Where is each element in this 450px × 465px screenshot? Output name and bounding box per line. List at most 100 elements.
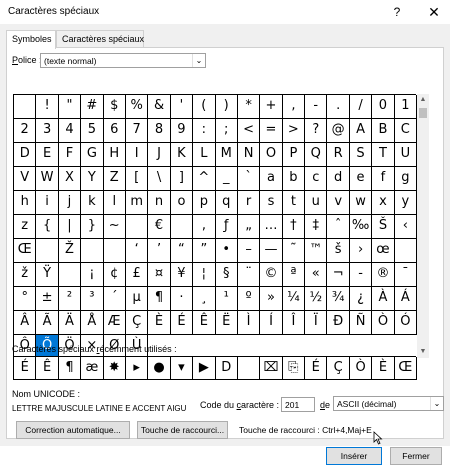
- symbol-cell[interactable]: N: [237, 143, 261, 167]
- scroll-down-icon[interactable]: ▼: [417, 346, 429, 358]
- symbol-cell[interactable]: Ò: [372, 311, 395, 335]
- symbol-cell[interactable]: ¬: [327, 263, 350, 287]
- symbol-cell[interactable]: W: [36, 167, 59, 191]
- symbol-cell[interactable]: U: [394, 143, 418, 167]
- symbol-cell[interactable]: (: [193, 95, 216, 119]
- symbol-cell[interactable]: $: [103, 95, 126, 119]
- symbol-cell[interactable]: -: [305, 95, 328, 119]
- symbol-cell[interactable]: <: [237, 119, 261, 143]
- symbol-cell[interactable]: f: [372, 167, 395, 191]
- symbol-cell[interactable]: ?: [305, 119, 328, 143]
- symbol-cell[interactable]: ±: [36, 287, 59, 311]
- symbol-cell[interactable]: ¦: [193, 263, 216, 287]
- symbol-cell[interactable]: Y: [81, 167, 104, 191]
- symbol-cell[interactable]: ~: [103, 215, 126, 239]
- symbol-cell[interactable]: [103, 239, 126, 263]
- symbol-cell[interactable]: [394, 239, 418, 263]
- symbol-cell[interactable]: ·: [170, 287, 194, 311]
- symbol-cell[interactable]: F: [58, 143, 82, 167]
- symbol-cell[interactable]: [81, 239, 104, 263]
- symbol-cell[interactable]: ®: [372, 263, 395, 287]
- scroll-thumb[interactable]: [419, 108, 427, 118]
- symbol-cell[interactable]: Ë: [215, 311, 238, 335]
- symbol-cell[interactable]: ¿: [349, 287, 373, 311]
- symbol-cell[interactable]: £: [125, 263, 149, 287]
- symbol-cell[interactable]: [: [125, 167, 149, 191]
- symbol-cell[interactable]: *: [237, 95, 261, 119]
- symbol-cell[interactable]: š: [327, 239, 350, 263]
- symbol-cell[interactable]: =: [260, 119, 283, 143]
- recent-symbol-cell[interactable]: ⌧: [260, 357, 283, 380]
- symbol-cell[interactable]: ¡: [81, 263, 104, 287]
- symbol-cell[interactable]: |: [58, 215, 82, 239]
- symbol-cell[interactable]: h: [14, 191, 37, 215]
- character-code-input[interactable]: 201: [281, 397, 315, 412]
- symbol-cell[interactable]: ´: [103, 287, 126, 311]
- tab-symbols[interactable]: Symboles: [6, 30, 56, 49]
- recent-symbol-cell[interactable]: D: [215, 357, 238, 380]
- recent-symbol-cell[interactable]: Ç: [327, 357, 350, 380]
- symbol-cell[interactable]: Ê: [193, 311, 216, 335]
- symbol-cell[interactable]: Ž: [58, 239, 82, 263]
- symbol-cell[interactable]: Ÿ: [36, 263, 59, 287]
- symbol-cell[interactable]: -: [349, 263, 373, 287]
- symbol-cell[interactable]: .: [327, 95, 350, 119]
- symbol-cell[interactable]: `: [237, 167, 261, 191]
- symbol-cell[interactable]: É: [170, 311, 194, 335]
- symbol-cell[interactable]: ¢: [103, 263, 126, 287]
- symbol-cell[interactable]: 3: [36, 119, 59, 143]
- symbol-cell[interactable]: Ó: [394, 311, 418, 335]
- symbol-cell[interactable]: [170, 215, 194, 239]
- symbol-cell[interactable]: ˜: [282, 239, 306, 263]
- symbol-grid-scrollbar[interactable]: ▲ ▼: [417, 94, 429, 358]
- recent-symbol-cell[interactable]: æ: [81, 357, 104, 380]
- symbol-cell[interactable]: 4: [58, 119, 82, 143]
- symbol-cell[interactable]: ©: [260, 263, 283, 287]
- symbol-cell[interactable]: Š: [372, 215, 395, 239]
- scroll-up-icon[interactable]: ▲: [417, 94, 429, 106]
- symbol-cell[interactable]: >: [282, 119, 306, 143]
- symbol-cell[interactable]: /: [349, 95, 373, 119]
- symbol-cell[interactable]: Ñ: [349, 311, 373, 335]
- symbol-cell[interactable]: %: [125, 95, 149, 119]
- symbol-cell[interactable]: t: [282, 191, 306, 215]
- symbol-cell[interactable]: ‘: [125, 239, 149, 263]
- tab-special-characters[interactable]: Caractères spéciaux: [56, 30, 144, 48]
- symbol-cell[interactable]: d: [327, 167, 350, 191]
- symbol-cell[interactable]: q: [215, 191, 238, 215]
- symbol-cell[interactable]: :: [193, 119, 216, 143]
- symbol-cell[interactable]: ’: [148, 239, 171, 263]
- symbol-cell[interactable]: g: [394, 167, 418, 191]
- symbol-cell[interactable]: [14, 95, 37, 119]
- close-button[interactable]: Fermer: [390, 447, 442, 465]
- symbol-cell[interactable]: ,: [282, 95, 306, 119]
- symbol-cell[interactable]: [125, 215, 149, 239]
- recent-symbol-cell[interactable]: Ê: [36, 357, 59, 380]
- symbol-cell[interactable]: «: [305, 263, 328, 287]
- symbol-cell[interactable]: y: [394, 191, 418, 215]
- symbol-cell[interactable]: †: [282, 215, 306, 239]
- symbol-cell[interactable]: !: [36, 95, 59, 119]
- symbol-cell[interactable]: r: [237, 191, 261, 215]
- symbol-cell[interactable]: œ: [372, 239, 395, 263]
- symbol-cell[interactable]: ‹: [394, 215, 418, 239]
- symbol-cell[interactable]: €: [148, 215, 171, 239]
- symbol-cell[interactable]: ]: [170, 167, 194, 191]
- symbol-cell[interactable]: E: [36, 143, 59, 167]
- symbol-cell[interactable]: H: [103, 143, 126, 167]
- symbol-cell[interactable]: §: [215, 263, 238, 287]
- symbol-cell[interactable]: 0: [372, 95, 395, 119]
- symbol-cell[interactable]: ƒ: [215, 215, 238, 239]
- symbol-cell[interactable]: J: [148, 143, 171, 167]
- symbol-cell[interactable]: Ç: [125, 311, 149, 335]
- symbol-cell[interactable]: ‡: [305, 215, 328, 239]
- symbol-cell[interactable]: ¹: [215, 287, 238, 311]
- symbol-cell[interactable]: k: [81, 191, 104, 215]
- recent-symbol-cell[interactable]: [237, 357, 261, 380]
- symbol-cell[interactable]: +: [260, 95, 283, 119]
- symbol-cell[interactable]: Ä: [58, 311, 82, 335]
- symbol-cell[interactable]: ): [215, 95, 238, 119]
- symbol-cell[interactable]: ': [170, 95, 194, 119]
- symbol-cell[interactable]: A: [349, 119, 373, 143]
- symbol-cell[interactable]: m: [125, 191, 149, 215]
